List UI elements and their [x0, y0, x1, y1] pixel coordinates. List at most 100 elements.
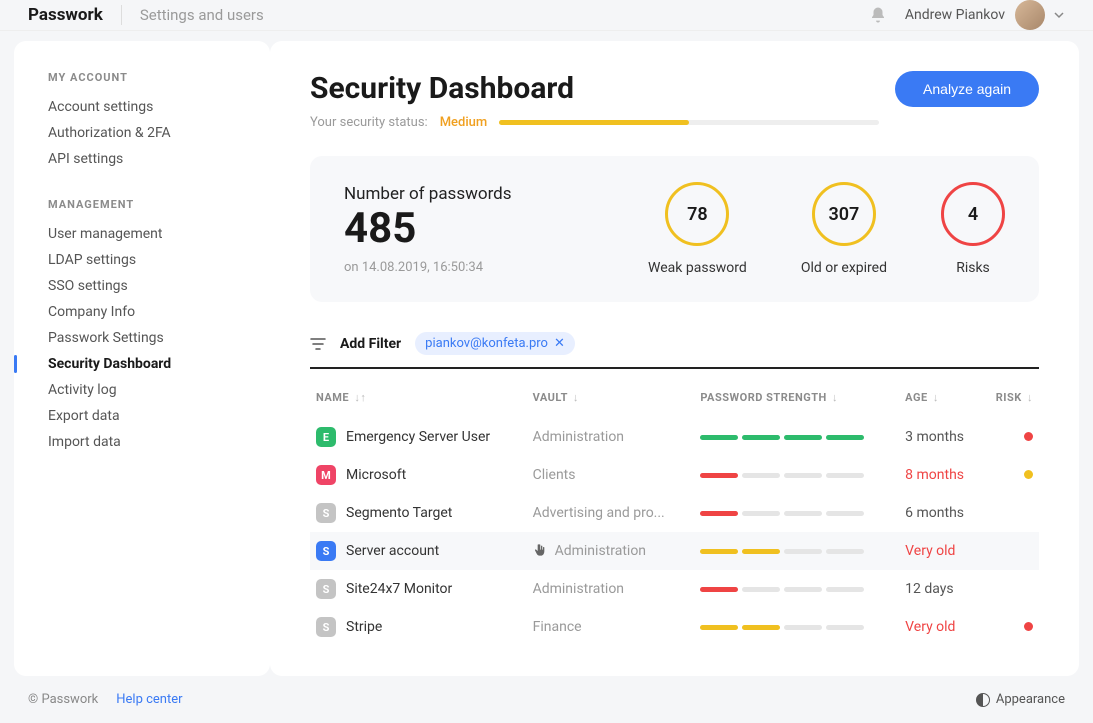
avatar[interactable]: [1015, 0, 1045, 30]
help-center-link[interactable]: Help center: [116, 692, 182, 707]
item-badge: S: [316, 541, 336, 561]
stat-ring-label: Weak password: [648, 260, 747, 276]
breadcrumb[interactable]: Settings and users: [140, 6, 264, 24]
status-label: Your security status:: [310, 115, 428, 130]
sidebar-item-api-settings[interactable]: API settings: [14, 146, 270, 172]
column-header-name[interactable]: NAME ↓↑: [310, 383, 527, 418]
analyze-again-button[interactable]: Analyze again: [895, 71, 1039, 107]
item-age: Very old: [905, 543, 955, 559]
sidebar-item-authorization-2fa[interactable]: Authorization & 2FA: [14, 120, 270, 146]
sidebar-group-title: MY ACCOUNT: [14, 71, 270, 94]
status-progress: [499, 120, 879, 125]
table-row[interactable]: S Stripe Finance Very old: [310, 608, 1039, 646]
item-name: Site24x7 Monitor: [346, 581, 452, 597]
sidebar-item-account-settings[interactable]: Account settings: [14, 94, 270, 120]
risk-dot: [1024, 622, 1033, 631]
table-row[interactable]: E Emergency Server User Administration 3 mo…: [310, 418, 1039, 456]
stat-ring-label: Risks: [956, 260, 990, 276]
column-header-vault[interactable]: VAULT ↓: [527, 383, 695, 418]
sidebar-item-import-data[interactable]: Import data: [14, 429, 270, 455]
bell-icon[interactable]: [869, 6, 887, 24]
appearance-label: Appearance: [996, 692, 1065, 707]
stat-main-label: Number of passwords: [344, 184, 608, 204]
password-table: NAME ↓↑VAULT ↓PASSWORD STRENGTH ↓AGE ↓RI…: [310, 383, 1039, 646]
strength-meter: [700, 473, 893, 478]
chevron-down-icon[interactable]: [1053, 9, 1065, 21]
stats-panel: Number of passwords 485 on 14.08.2019, 1…: [310, 156, 1039, 302]
item-badge: E: [316, 427, 336, 447]
strength-meter: [700, 549, 893, 554]
status-value: Medium: [440, 115, 488, 130]
strength-meter: [700, 435, 893, 440]
sidebar-item-activity-log[interactable]: Activity log: [14, 377, 270, 403]
stat-ring-value: 307: [812, 182, 876, 246]
item-age: Very old: [905, 619, 955, 635]
stat-ring-value: 4: [941, 182, 1005, 246]
half-circle-icon: [976, 693, 990, 707]
sidebar-item-company-info[interactable]: Company Info: [14, 299, 270, 325]
sidebar-item-sso-settings[interactable]: SSO settings: [14, 273, 270, 299]
page-title: Security Dashboard: [310, 71, 574, 106]
column-header-risk[interactable]: RISK ↓: [982, 383, 1039, 418]
brand-logo[interactable]: Passwork: [28, 5, 103, 25]
stat-ring-weak-password[interactable]: 78 Weak password: [648, 182, 747, 276]
item-name: Segmento Target: [346, 505, 452, 521]
table-row[interactable]: S Server account Administration Very old: [310, 532, 1039, 570]
footer-copyright: © Passwork: [28, 692, 98, 707]
item-vault: Administration: [533, 581, 624, 597]
filter-chip-label: piankov@konfeta.pro: [425, 336, 548, 351]
add-filter-button[interactable]: Add Filter: [340, 336, 401, 352]
sidebar-item-export-data[interactable]: Export data: [14, 403, 270, 429]
item-badge: M: [316, 465, 336, 485]
filter-bar: Add Filter piankov@konfeta.pro ✕: [310, 332, 1039, 369]
item-age: 3 months: [905, 429, 964, 445]
item-vault: Administration: [555, 543, 646, 559]
sidebar-item-security-dashboard[interactable]: Security Dashboard: [14, 351, 270, 377]
main-panel: Security Dashboard Analyze again Your se…: [270, 41, 1079, 676]
table-row[interactable]: M Microsoft Clients 8 months: [310, 456, 1039, 494]
table-row[interactable]: S Site24x7 Monitor Administration 12 days: [310, 570, 1039, 608]
stat-ring-old-or-expired[interactable]: 307 Old or expired: [801, 182, 887, 276]
item-name: Microsoft: [346, 467, 406, 483]
stat-ring-label: Old or expired: [801, 260, 887, 276]
column-header-password-strength[interactable]: PASSWORD STRENGTH ↓: [694, 383, 899, 418]
item-badge: S: [316, 579, 336, 599]
strength-meter: [700, 625, 893, 630]
stat-ring-value: 78: [665, 182, 729, 246]
item-vault: Finance: [533, 619, 582, 635]
sidebar-item-passwork-settings[interactable]: Passwork Settings: [14, 325, 270, 351]
sidebar: MY ACCOUNTAccount settingsAuthorization …: [14, 41, 270, 676]
item-badge: S: [316, 617, 336, 637]
item-badge: S: [316, 503, 336, 523]
breadcrumb-separator: [121, 5, 122, 25]
strength-meter: [700, 587, 893, 592]
item-vault: Administration: [533, 429, 624, 445]
sidebar-group-title: MANAGEMENT: [14, 198, 270, 221]
risk-dot: [1024, 432, 1033, 441]
pointer-cursor-icon: [533, 543, 549, 559]
item-name: Stripe: [346, 619, 382, 635]
username-label[interactable]: Andrew Piankov: [905, 7, 1005, 23]
sidebar-item-user-management[interactable]: User management: [14, 221, 270, 247]
item-vault: Advertising and pro...: [533, 505, 665, 521]
item-vault: Clients: [533, 467, 576, 483]
table-row[interactable]: S Segmento Target Advertising and pro... 6 …: [310, 494, 1039, 532]
column-header-age[interactable]: AGE ↓: [899, 383, 981, 418]
risk-dot: [1024, 470, 1033, 479]
appearance-toggle[interactable]: Appearance: [976, 692, 1065, 707]
stat-main-value: 485: [344, 208, 608, 250]
filter-icon[interactable]: [310, 338, 326, 350]
stat-ring-risks[interactable]: 4 Risks: [941, 182, 1005, 276]
item-age: 8 months: [905, 467, 964, 483]
item-age: 12 days: [905, 581, 953, 597]
footer: © Passwork Help center Appearance: [0, 676, 1093, 723]
stat-main-timestamp: on 14.08.2019, 16:50:34: [344, 260, 608, 275]
filter-chip[interactable]: piankov@konfeta.pro ✕: [415, 332, 575, 355]
app-header: Passwork Settings and users Andrew Piank…: [0, 0, 1093, 31]
strength-meter: [700, 511, 893, 516]
close-icon[interactable]: ✕: [554, 336, 565, 351]
item-name: Emergency Server User: [346, 429, 490, 445]
item-age: 6 months: [905, 505, 964, 521]
item-name: Server account: [346, 543, 439, 559]
sidebar-item-ldap-settings[interactable]: LDAP settings: [14, 247, 270, 273]
